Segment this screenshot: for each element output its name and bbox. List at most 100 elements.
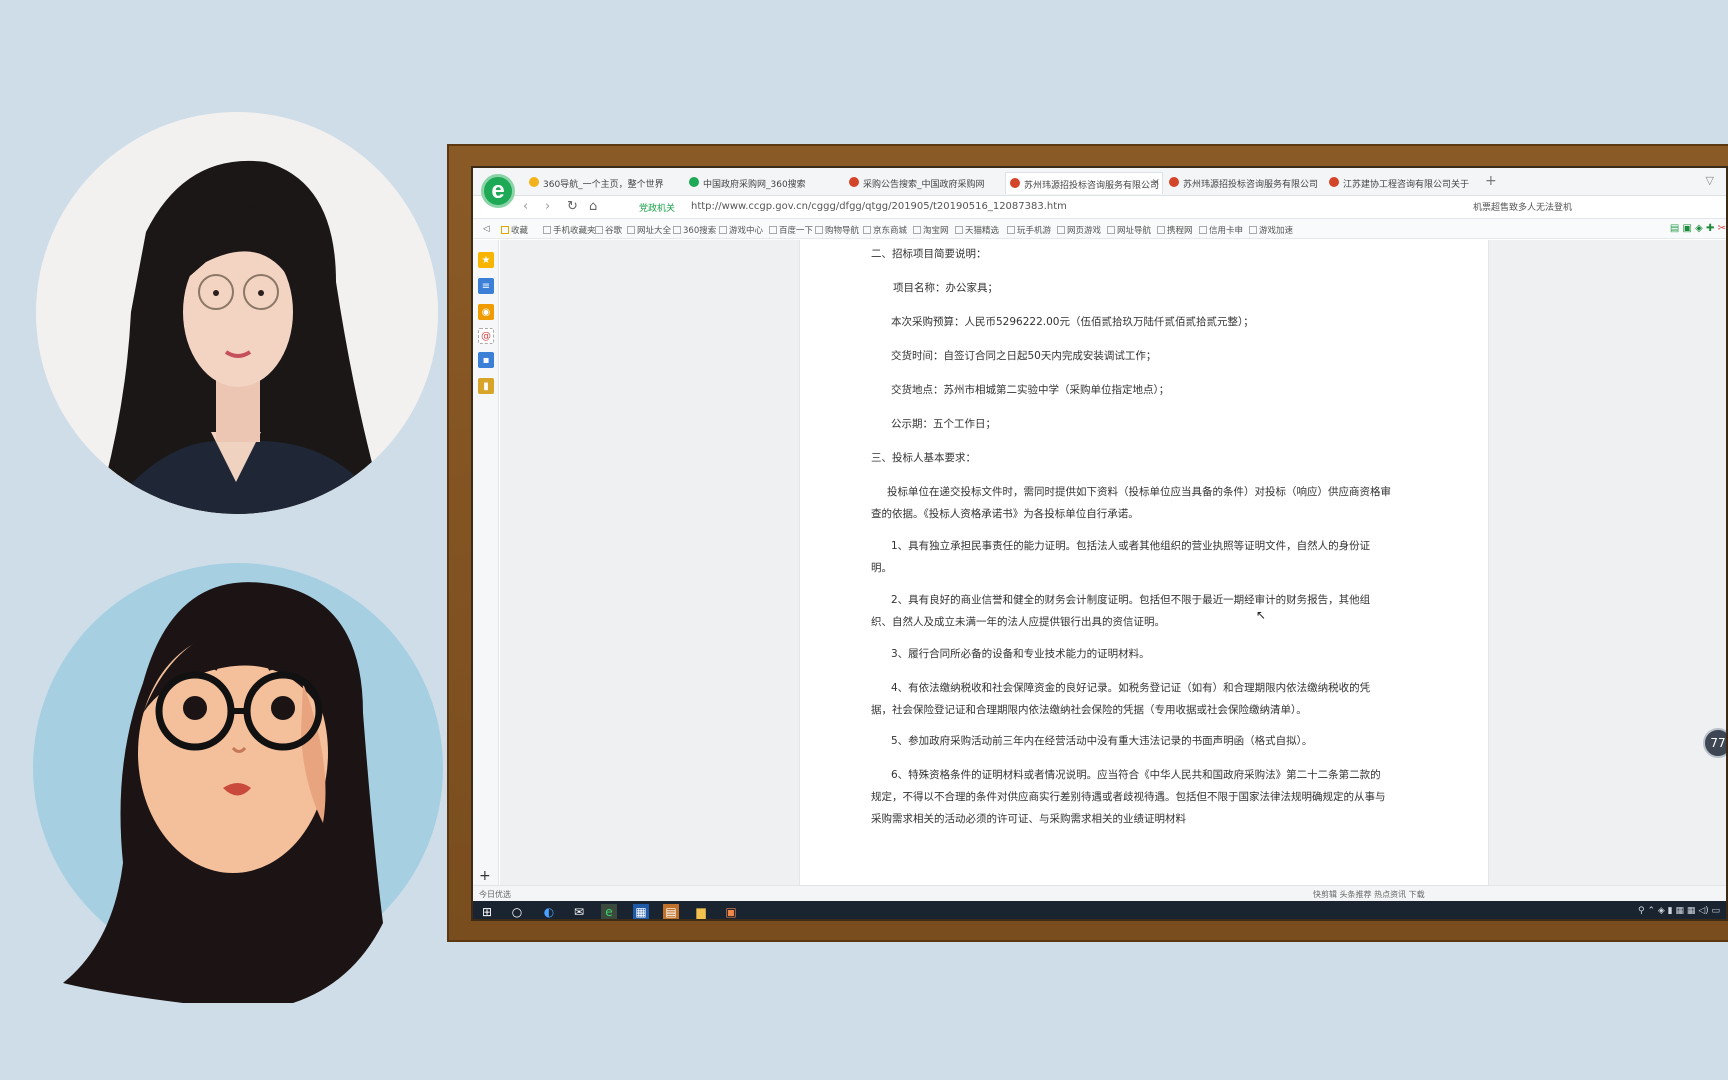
bookmark-item[interactable]: 360搜索 (673, 224, 716, 236)
bookmark-item[interactable]: 淘宝网 (913, 224, 949, 236)
status-bar: 今日优选 快剪辑 头条推荐 热点资讯 下载 (473, 885, 1726, 901)
forward-icon[interactable]: › (545, 199, 550, 214)
tools-icon[interactable]: ✂ (1718, 223, 1726, 234)
doc-paragraph: 项目名称：办公家具； (893, 282, 998, 294)
folder-icon (1157, 226, 1165, 234)
shield-icon[interactable]: ◈ (1695, 223, 1703, 234)
windows-taskbar: ⊞ ○ ◐ ✉ e ▦ ▤ ▆ ▣ ⚲ ⌃ ◈ ▮ ▦ ▦ ◁) ▭ (473, 901, 1726, 919)
woman-portrait-image (36, 112, 438, 514)
folder-icon (913, 226, 921, 234)
tab-360-nav[interactable]: 360导航_一个主页，整个世界 (525, 172, 683, 194)
announcement-document: 二、招标项目简要说明： 项目名称：办公家具； 本次采购预算：人民币5296222… (799, 240, 1489, 885)
reader-icon[interactable]: ▤ (1670, 223, 1679, 234)
bookmark-item[interactable]: 网页游戏 (1057, 224, 1101, 236)
doc-paragraph: 投标单位在递交投标文件时，需同时提供如下资料（投标单位应当具备的条件）对投标（响… (871, 486, 1391, 520)
bookmark-item[interactable]: 携程网 (1157, 224, 1193, 236)
folder-icon (955, 226, 963, 234)
bookmark-item[interactable]: 网址大全 (627, 224, 671, 236)
doc-paragraph: 5、参加政府采购活动前三年内在经营活动中没有重大违法记录的书面声明函（格式自拟）… (891, 735, 1313, 747)
mail-icon[interactable]: ✉ (571, 904, 587, 919)
mouse-cursor-icon: ↖ (1256, 608, 1267, 622)
address-bar: ‹ › ↻ ⌂ 党政机关 http://www.ccgp.gov.cn/cggg… (473, 196, 1726, 219)
bookmark-item[interactable]: 网址导航 (1107, 224, 1151, 236)
folder-icon (1107, 226, 1115, 234)
tab-procurement-search[interactable]: 采购公告搜索_中国政府采购网 (845, 172, 1003, 194)
tab-favicon (529, 177, 539, 187)
new-tab-icon[interactable]: + (1485, 173, 1497, 189)
doc-paragraph: 1、具有独立承担民事责任的能力证明。包括法人或者其他组织的营业执照等证明文件，自… (871, 540, 1371, 574)
email-icon[interactable]: @ (478, 328, 494, 344)
tab-label: 采购公告搜索_中国政府采购网 (863, 180, 985, 190)
folder-icon (1249, 226, 1257, 234)
reading-icon[interactable]: ▮ (478, 378, 494, 394)
system-tray[interactable]: ⚲ ⌃ ◈ ▮ ▦ ▦ ◁) ▭ (1638, 906, 1720, 916)
section-heading: 三、投标人基本要求： (871, 452, 976, 464)
toolbar-extensions: ▤ ▣ ◈ ✚ ✂ (1670, 223, 1726, 234)
status-right-tools[interactable]: 快剪辑 头条推荐 热点资讯 下载 (1313, 889, 1425, 900)
translate-icon[interactable]: ✚ (1706, 223, 1714, 234)
home-icon[interactable]: ⌂ (589, 199, 597, 214)
tab-360-search[interactable]: 中国政府采购网_360搜索 (685, 172, 843, 194)
extension-icon[interactable]: ▣ (1683, 223, 1692, 234)
add-sidebar-icon[interactable]: + (479, 868, 491, 884)
link-icon (815, 226, 823, 234)
presenter-photo-avatar (36, 112, 438, 514)
tab-label: 江苏建协工程咨询有限公司关于 (1343, 180, 1470, 190)
skin-icon[interactable]: ▽ (1706, 174, 1714, 187)
tab-favicon (689, 177, 699, 187)
bookmark-item[interactable]: 收藏 (501, 224, 528, 236)
doc-paragraph: 本次采购预算：人民币5296222.00元（伍佰贰拾玖万陆仟贰佰贰拾贰元整）； (891, 316, 1254, 328)
bookmark-item[interactable]: 百度一下 (769, 224, 813, 236)
bookmark-item[interactable]: 手机收藏夹 (543, 224, 596, 236)
folder-icon (1057, 226, 1065, 234)
photos-icon[interactable]: ▦ (633, 904, 649, 919)
favorites-star-icon[interactable]: ★ (478, 252, 494, 268)
folder-icon (543, 226, 551, 234)
floating-speed-badge[interactable]: 77 (1703, 728, 1726, 758)
tab-suzhou-weiyuan[interactable]: 苏州玮源招投标咨询服务有限公司 (1165, 172, 1323, 194)
status-today-picks[interactable]: 今日优选 (479, 889, 511, 900)
link-icon (627, 226, 635, 234)
tab-active-page[interactable]: 苏州玮源招投标咨询服务有限公司 × (1005, 172, 1163, 194)
back-icon[interactable]: ‹ (523, 199, 528, 214)
bookmark-item[interactable]: 游戏加速 (1249, 224, 1293, 236)
bookmark-item[interactable]: 购物导航 (815, 224, 859, 236)
tab-close-icon[interactable]: × (1152, 177, 1160, 188)
folder-icon (595, 226, 603, 234)
360-browser-taskbar-icon[interactable]: e (601, 904, 617, 919)
windows-start-icon[interactable]: ⊞ (479, 904, 495, 919)
weibo-icon[interactable]: ◉ (478, 304, 494, 320)
browser-logo-icon[interactable]: e (481, 174, 515, 208)
file-explorer-icon[interactable]: ▆ (693, 904, 709, 919)
secure-badge: 党政机关 (639, 204, 676, 214)
cartoon-avatar (33, 563, 443, 1003)
tab-label: 苏州玮源招投标咨询服务有限公司 (1183, 180, 1319, 190)
tab-label: 360导航_一个主页，整个世界 (543, 180, 664, 190)
bookmarks-toggle-icon[interactable]: ◁ (483, 224, 490, 234)
bookmark-item[interactable]: 谷歌 (595, 224, 622, 236)
browser-taskbar-icon[interactable]: ◐ (541, 904, 557, 919)
tab-jiangsu-jianxie[interactable]: 江苏建协工程咨询有限公司关于 (1325, 172, 1483, 194)
link-icon (719, 226, 727, 234)
bookmark-item[interactable]: 京东商城 (863, 224, 907, 236)
star-icon (501, 226, 509, 234)
tab-favicon (1169, 177, 1179, 187)
refresh-icon[interactable]: ↻ (567, 199, 578, 214)
bookmark-item[interactable]: 天猫精选 (955, 224, 999, 236)
link-icon (673, 226, 681, 234)
doc-paragraph: 公示期：五个工作日； (891, 418, 996, 430)
notepad-icon[interactable]: ▤ (663, 904, 679, 919)
news-icon[interactable]: ≡ (478, 278, 494, 294)
url-input[interactable]: http://www.ccgp.gov.cn/cggg/dfgg/qtgg/20… (691, 201, 1067, 212)
tab-favicon (849, 177, 859, 187)
bookmark-item[interactable]: 信用卡申 (1199, 224, 1243, 236)
notes-icon[interactable]: ▪ (478, 352, 494, 368)
tab-favicon (1010, 178, 1020, 188)
bookmark-item[interactable]: 游戏中心 (719, 224, 763, 236)
news-ticker[interactable]: 机票超售致多人无法登机 (1473, 200, 1572, 213)
bookmark-item[interactable]: 玩手机游 (1007, 224, 1051, 236)
cortana-search-icon[interactable]: ○ (509, 904, 525, 919)
app-icon[interactable]: ▣ (723, 904, 739, 919)
doc-paragraph: 3、履行合同所必备的设备和专业技术能力的证明材料。 (891, 648, 1150, 660)
doc-paragraph: 4、有依法缴纳税收和社会保障资金的良好记录。如税务登记证（如有）和合理期限内依法… (871, 682, 1371, 716)
